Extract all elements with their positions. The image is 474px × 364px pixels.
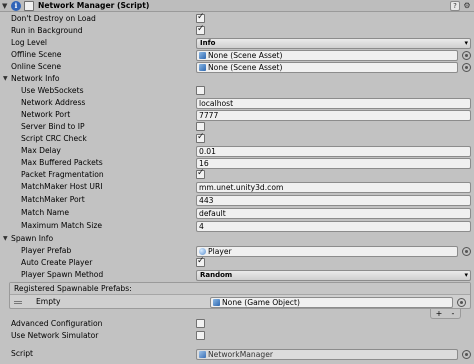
max-match-size-label: Maximum Match Size: [21, 221, 103, 230]
online-scene-picker-icon[interactable]: [462, 63, 471, 72]
registered-prefab-picker-icon[interactable]: [457, 298, 466, 307]
max-buffered-label: Max Buffered Packets: [21, 158, 103, 167]
matchmaker-port-input[interactable]: 443: [196, 195, 471, 206]
network-port-label: Network Port: [21, 110, 71, 119]
script-file-icon: [199, 351, 206, 358]
network-address-input[interactable]: localhost: [196, 98, 471, 109]
network-port-input[interactable]: 7777: [196, 110, 471, 121]
matchmaker-port-label: MatchMaker Port: [21, 195, 85, 204]
player-prefab-picker-icon[interactable]: [462, 247, 471, 256]
auto-create-checkbox[interactable]: [196, 256, 205, 267]
max-buffered-input[interactable]: 16: [196, 158, 471, 169]
run-background-label: Run in Background: [11, 26, 83, 35]
auto-create-label: Auto Create Player: [21, 258, 93, 267]
game-object-icon: [213, 299, 220, 306]
online-scene-field[interactable]: None (Scene Asset): [196, 62, 458, 73]
script-field[interactable]: NetworkManager: [196, 349, 458, 360]
server-bind-label: Server Bind to IP: [21, 122, 85, 131]
network-info-label[interactable]: Network Info: [11, 73, 60, 85]
script-crc-label: Script CRC Check: [21, 134, 87, 143]
drag-handle-icon[interactable]: [14, 301, 22, 304]
offline-scene-label: Offline Scene: [11, 50, 62, 59]
dont-destroy-label: Don't Destroy on Load: [11, 14, 96, 23]
match-name-input[interactable]: default: [196, 208, 471, 219]
advanced-config-label: Advanced Configuration: [11, 319, 103, 328]
packet-fragmentation-checkbox[interactable]: [196, 168, 205, 179]
remove-item-button[interactable]: -: [447, 309, 459, 318]
help-icon[interactable]: ?: [450, 1, 460, 11]
spawn-method-dropdown[interactable]: Random ▾: [196, 270, 471, 281]
player-prefab-label: Player Prefab: [21, 246, 72, 255]
list-item-label: Empty: [36, 297, 61, 306]
matchmaker-host-input[interactable]: mm.unet.unity3d.com: [196, 182, 471, 193]
registered-prefab-field[interactable]: None (Game Object): [210, 297, 453, 308]
script-label: Script: [11, 349, 34, 358]
player-prefab-field[interactable]: Player: [196, 246, 458, 257]
spawn-info-label[interactable]: Spawn Info: [11, 233, 53, 245]
foldout-expanded-icon[interactable]: ▼: [2, 1, 10, 11]
spawn-method-value: Random: [200, 271, 233, 279]
dont-destroy-checkbox[interactable]: [196, 12, 205, 23]
packet-fragmentation-label: Packet Fragmentation: [21, 170, 104, 179]
use-websockets-checkbox[interactable]: [196, 86, 205, 95]
network-address-label: Network Address: [21, 98, 86, 107]
registered-prefabs-header: Registered Spawnable Prefabs:: [10, 283, 470, 295]
script-value: NetworkManager: [208, 350, 273, 359]
matchmaker-host-label: MatchMaker Host URI: [21, 182, 103, 191]
offline-scene-picker-icon[interactable]: [462, 51, 471, 60]
online-scene-value: None (Scene Asset): [208, 63, 283, 72]
scene-asset-icon: [199, 52, 206, 59]
offline-scene-value: None (Scene Asset): [208, 51, 283, 60]
network-simulator-label: Use Network Simulator: [11, 331, 99, 340]
use-websockets-label: Use WebSockets: [21, 86, 84, 95]
run-background-checkbox[interactable]: [196, 24, 205, 35]
player-prefab-value: Player: [208, 247, 232, 256]
spawn-method-label: Player Spawn Method: [21, 270, 104, 279]
advanced-config-checkbox[interactable]: [196, 319, 205, 328]
add-item-button[interactable]: +: [433, 309, 445, 318]
registered-prefab-value: None (Game Object): [222, 298, 300, 307]
network-info-foldout-icon[interactable]: ▼: [3, 73, 10, 85]
component-header: ▼ i Network Manager (Script) ? ⚙: [0, 0, 474, 12]
scene-asset-icon: [199, 64, 206, 71]
script-crc-checkbox[interactable]: [196, 132, 205, 143]
log-level-value: Info: [200, 39, 216, 47]
log-level-dropdown[interactable]: Info ▾: [196, 38, 471, 49]
script-info-icon: i: [11, 1, 21, 11]
online-scene-label: Online Scene: [11, 62, 62, 71]
max-delay-label: Max Delay: [21, 146, 61, 155]
prefab-icon: [199, 248, 206, 255]
script-picker-icon[interactable]: [462, 350, 471, 359]
max-delay-input[interactable]: 0.01: [196, 146, 471, 157]
spawn-info-foldout-icon[interactable]: ▼: [3, 233, 10, 245]
component-enabled-checkbox[interactable]: [24, 1, 34, 11]
dropdown-arrow-icon: ▾: [464, 271, 468, 279]
log-level-label: Log Level: [11, 38, 48, 47]
match-name-label: Match Name: [21, 208, 69, 217]
dropdown-arrow-icon: ▾: [464, 39, 468, 47]
list-footer: + -: [430, 309, 461, 319]
registered-prefabs-list: Registered Spawnable Prefabs: Empty None…: [9, 282, 471, 309]
offline-scene-field[interactable]: None (Scene Asset): [196, 50, 458, 61]
max-match-size-input[interactable]: 4: [196, 221, 471, 232]
gear-icon[interactable]: ⚙: [462, 1, 472, 11]
network-simulator-checkbox[interactable]: [196, 331, 205, 340]
list-item: Empty None (Game Object): [10, 296, 470, 309]
server-bind-checkbox[interactable]: [196, 122, 205, 131]
component-title: Network Manager (Script): [38, 1, 150, 10]
